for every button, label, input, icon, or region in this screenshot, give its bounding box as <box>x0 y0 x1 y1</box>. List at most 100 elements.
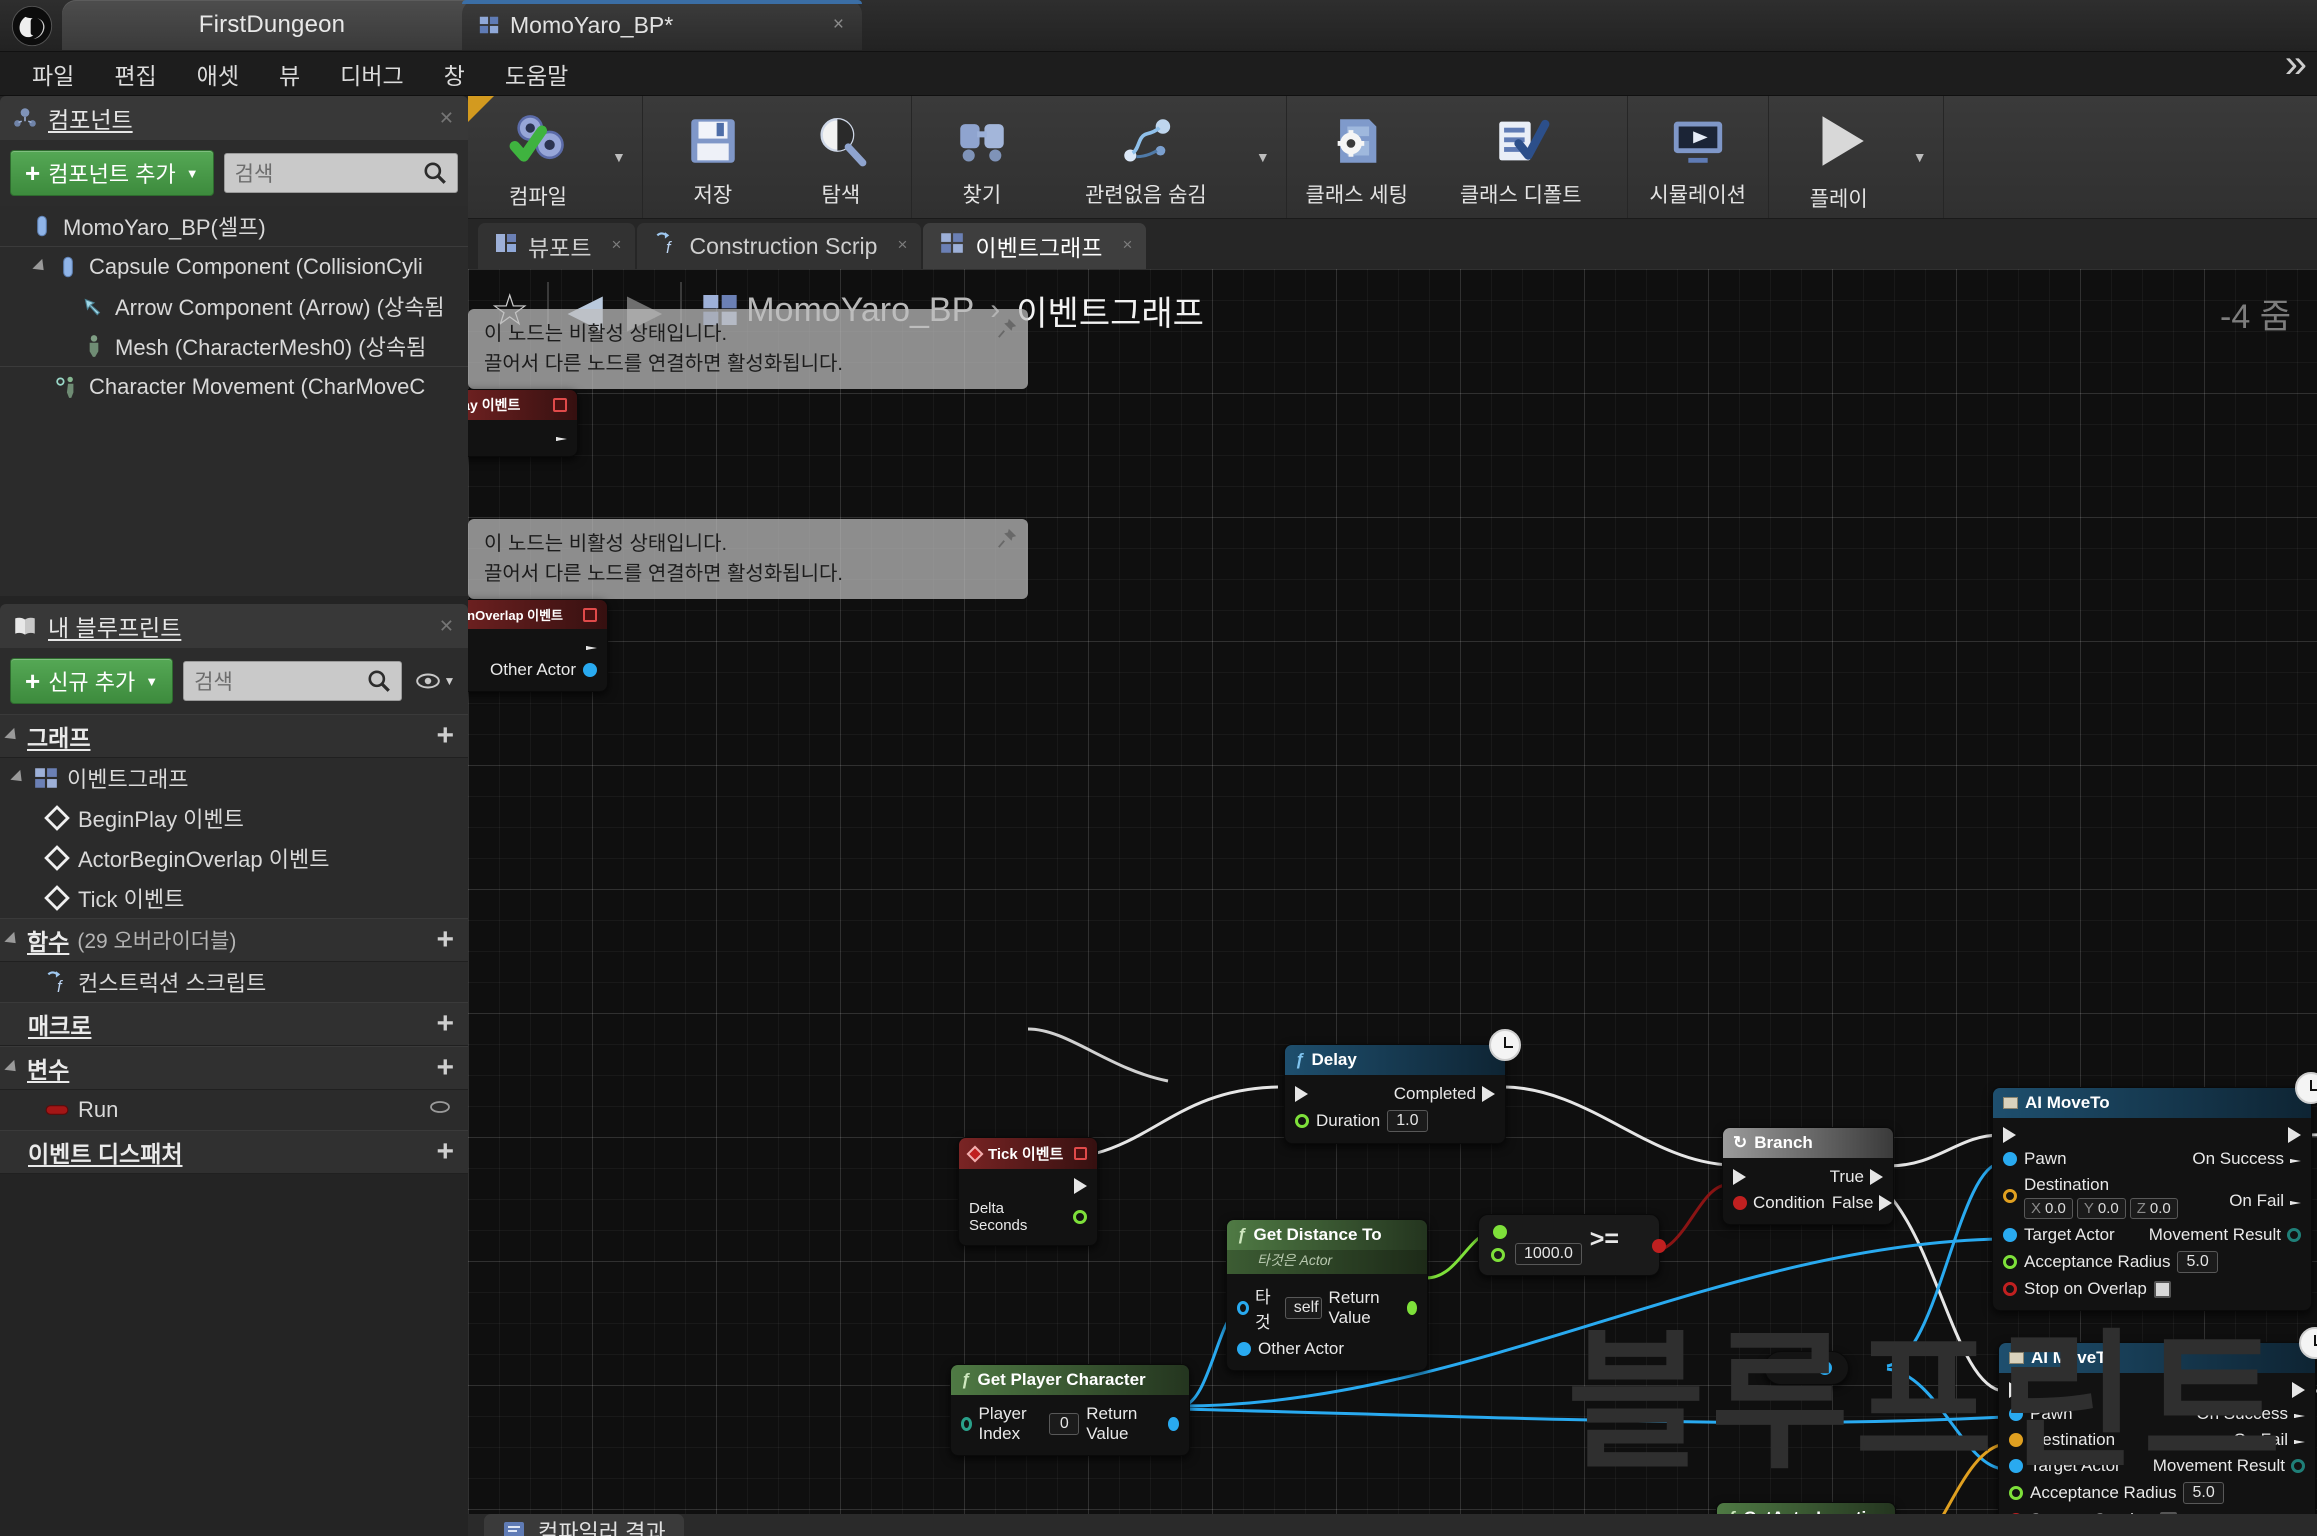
menu-edit[interactable]: 편집 <box>96 51 174 97</box>
myblueprint-section-header[interactable]: 변수 + <box>0 1046 468 1090</box>
ai-moveto-node-1[interactable]: AI MoveTo Pawn On Success Destination X … <box>1992 1072 2317 1311</box>
target-value[interactable]: self <box>1284 1297 1322 1319</box>
exec-pin-in[interactable] <box>2003 1127 2016 1143</box>
component-tree-item[interactable]: Character Movement (CharMoveC <box>0 366 468 406</box>
toolbar-button-class-defaults[interactable]: 클래스 디폴트 <box>1421 96 1621 218</box>
object-pin[interactable] <box>2003 1228 2017 1242</box>
player-index-input[interactable]: 0 <box>1049 1413 1080 1435</box>
exec-pin-completed[interactable] <box>1482 1086 1495 1102</box>
tab-firstdungeon[interactable]: FirstDungeon <box>62 0 482 50</box>
get-distance-to-node[interactable]: ƒ Get Distance To 타것은 Actor 타것 self Retu… <box>1226 1219 1428 1371</box>
event-actorbeginoverlap-node[interactable]: BeginOverlap 이벤트 Other Actor <box>468 599 608 692</box>
expander-triangle-icon[interactable] <box>10 769 27 787</box>
exec-pin-on-success[interactable] <box>2290 1151 2301 1167</box>
chevron-down-icon[interactable]: ▼ <box>1246 96 1280 218</box>
object-pin[interactable] <box>1237 1342 1251 1356</box>
float-pin[interactable] <box>2003 1255 2017 1269</box>
compare-value-input[interactable]: 1000.0 <box>1515 1243 1582 1265</box>
variable-visibility-icon[interactable] <box>428 1095 452 1125</box>
menu-view[interactable]: 뷰 <box>261 51 318 97</box>
add-new-button[interactable]: + 신규 추가 ▼ <box>10 658 174 704</box>
object-pin[interactable] <box>1237 1301 1250 1315</box>
menu-help[interactable]: 도움말 <box>487 51 586 97</box>
chevron-down-icon[interactable]: ▼ <box>602 96 636 218</box>
exec-pin-in[interactable] <box>1295 1086 1308 1102</box>
myblueprint-list-item[interactable]: f 컨스트럭션 스크립트 <box>0 962 468 1002</box>
destination-x-input[interactable]: X 0.0 <box>2024 1198 2073 1219</box>
get-actor-location-node[interactable]: ƒ GetActorLocation 타것은 Actor 타것 Return V… <box>1716 1502 1896 1514</box>
document-tab-뷰포트[interactable]: 뷰포트 × <box>478 223 636 269</box>
exec-pin-on-fail[interactable] <box>2294 1432 2305 1448</box>
add-to-section-button[interactable]: + <box>436 1053 454 1083</box>
float-pin[interactable] <box>1073 1210 1087 1224</box>
component-tree-item[interactable]: Mesh (CharacterMesh0) (상속됨 <box>0 326 468 366</box>
close-icon[interactable]: × <box>612 235 622 255</box>
add-to-section-button[interactable]: + <box>436 925 454 955</box>
enum-pin[interactable] <box>2287 1228 2301 1242</box>
myblueprint-section-header[interactable]: 그래프 + <box>0 714 468 758</box>
components-search-input[interactable]: 검색 <box>223 153 458 193</box>
float-pin-b[interactable] <box>1491 1248 1505 1262</box>
component-tree-item[interactable]: MomoYaro_BP(셀프) <box>0 206 468 246</box>
close-icon[interactable]: × <box>897 235 907 255</box>
add-to-section-button[interactable]: + <box>436 721 454 751</box>
vector-pin[interactable] <box>2003 1189 2017 1203</box>
component-tree-item[interactable]: Arrow Component (Arrow) (상속됨 <box>0 286 468 326</box>
myblueprint-list-item[interactable]: 이벤트그래프 <box>0 758 468 798</box>
document-tab-이벤트그래프[interactable]: 이벤트그래프 × <box>923 223 1147 269</box>
close-icon[interactable]: ✕ <box>439 108 454 129</box>
event-tick-node[interactable]: Tick 이벤트 Delta Seconds <box>958 1137 1098 1246</box>
object-pin[interactable] <box>2003 1152 2017 1166</box>
expander-triangle-icon[interactable] <box>4 931 21 949</box>
branch-node[interactable]: ↻ Branch True Condition False <box>1722 1127 1894 1225</box>
exec-pin-on-fail[interactable] <box>2290 1193 2301 1209</box>
object-pin[interactable] <box>583 663 597 677</box>
tab-momoyaro-bp[interactable]: MomoYaro_BP* × <box>462 0 862 50</box>
toolbar-button-save[interactable]: 저장 <box>649 96 777 218</box>
duration-value-input[interactable]: 1.0 <box>1387 1110 1428 1132</box>
float-pin[interactable] <box>1295 1114 1309 1128</box>
exec-pin-false[interactable] <box>1879 1195 1893 1211</box>
add-component-button[interactable]: + 컴포넌트 추가 ▼ <box>10 150 214 196</box>
exec-pin-true[interactable] <box>1870 1169 1883 1185</box>
event-graph-canvas[interactable]: ☆ ◀ ▶ MomoYaro_BP › 이벤트그래프 -4 줌 이 노드는 비활… <box>468 269 2317 1514</box>
myblueprint-list-item[interactable]: ActorBeginOverlap 이벤트 <box>0 838 468 878</box>
exec-pin-out[interactable] <box>2292 1382 2305 1398</box>
menu-file[interactable]: 파일 <box>14 51 92 97</box>
int-pin[interactable] <box>961 1417 973 1431</box>
document-tab-Construction Scrip[interactable]: f Construction Scrip × <box>637 223 922 269</box>
object-pin[interactable] <box>1168 1417 1179 1431</box>
chevron-down-icon[interactable]: ▼ <box>1903 96 1937 218</box>
compiler-results-tab[interactable]: 컴파일러 결과 <box>484 1514 684 1536</box>
float-pin-a[interactable] <box>1493 1225 1507 1239</box>
myblueprint-list-item[interactable]: BeginPlay 이벤트 <box>0 798 468 838</box>
event-beginplay-node[interactable]: Play 이벤트 <box>468 389 578 457</box>
myblueprint-section-header[interactable]: 함수 (29 오버라이더블) + <box>0 918 468 962</box>
get-player-character-node-1[interactable]: ƒ Get Player Character Player Index 0 Re… <box>950 1364 1190 1456</box>
expander-triangle-icon[interactable] <box>4 727 21 745</box>
myblueprint-list-item[interactable]: Run <box>0 1090 468 1130</box>
visibility-options-button[interactable]: ▼ <box>412 661 458 701</box>
toolbar-button-hide-unrelated[interactable]: 관련없음 숨김 <box>1046 96 1246 218</box>
close-icon[interactable]: ✕ <box>439 616 454 637</box>
exec-pin-out[interactable] <box>1074 1178 1087 1194</box>
toolbar-button-simulate[interactable]: 시뮬레이션 <box>1634 96 1762 218</box>
bool-pin[interactable] <box>1733 1196 1747 1210</box>
destination-z-input[interactable]: Z 0.0 <box>2129 1198 2178 1219</box>
bool-pin-out[interactable] <box>1652 1239 1666 1253</box>
acceptance-radius-input[interactable]: 5.0 <box>2177 1251 2218 1273</box>
toolbar-button-play[interactable]: 플레이 <box>1775 96 1903 218</box>
menu-window[interactable]: 창 <box>426 51 483 97</box>
exec-pin-out[interactable] <box>2288 1127 2301 1143</box>
myblueprint-list-item[interactable]: Tick 이벤트 <box>0 878 468 918</box>
myblueprint-search-input[interactable]: 검색 <box>183 661 402 701</box>
greater-equal-node[interactable]: 1000.0 >= <box>1478 1214 1666 1276</box>
exec-pin-out[interactable] <box>586 638 597 654</box>
expander-triangle-icon[interactable] <box>32 258 49 275</box>
component-tree-item[interactable]: Capsule Component (CollisionCyli <box>0 246 468 286</box>
enum-pin[interactable] <box>2291 1459 2305 1473</box>
menu-debug[interactable]: 디버그 <box>322 51 421 97</box>
close-icon[interactable]: × <box>1122 235 1132 255</box>
myblueprint-section-header[interactable]: 이벤트 디스패처 + <box>0 1130 468 1174</box>
toolbar-button-class-settings[interactable]: 클래스 세팅 <box>1293 96 1421 218</box>
